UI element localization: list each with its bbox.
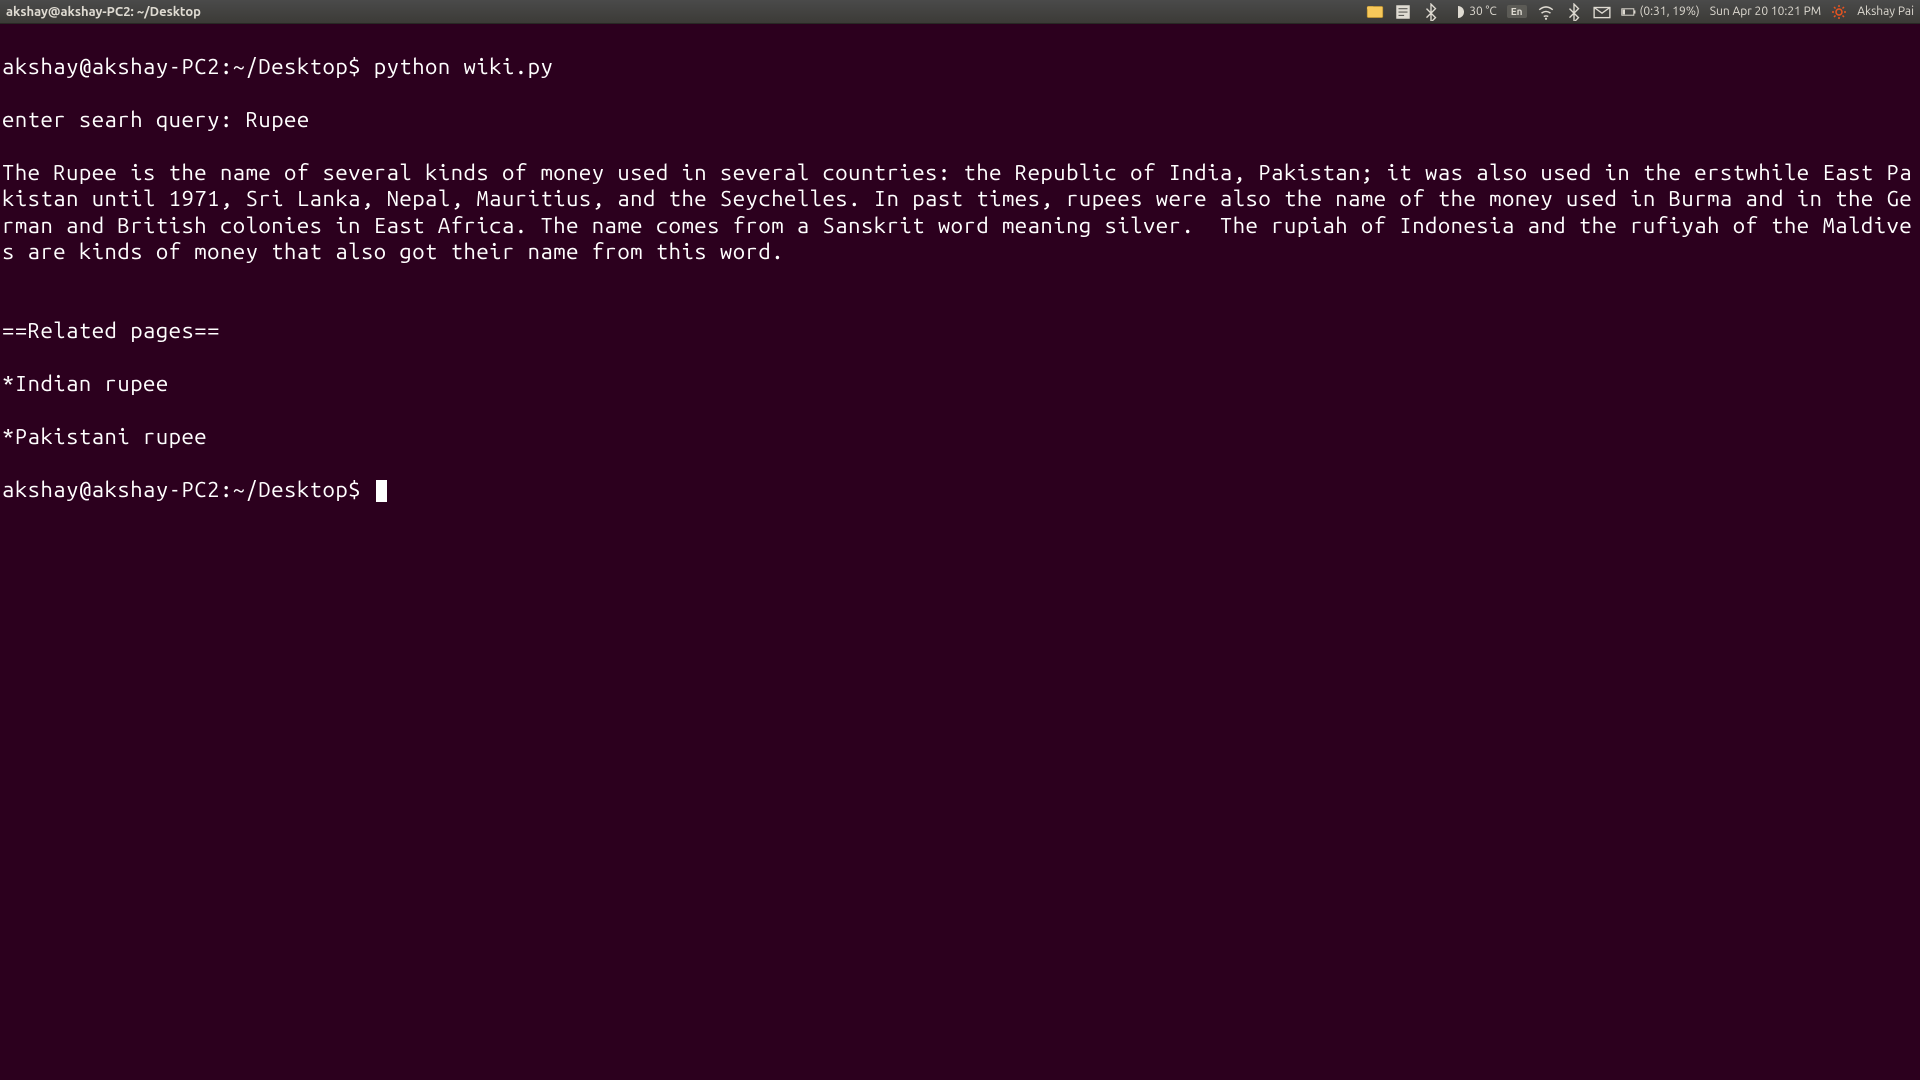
terminal-prompt-line: akshay@akshay-PC2:~/Desktop$ python wiki… bbox=[2, 54, 1918, 80]
keyboard-layout-indicator[interactable]: En bbox=[1507, 5, 1527, 18]
terminal-prompt-text: akshay@akshay-PC2:~/Desktop$ bbox=[2, 477, 374, 502]
battery-text: (0:31, 19%) bbox=[1640, 5, 1700, 18]
terminal-list-item: *Indian rupee bbox=[2, 371, 1918, 397]
mail-icon[interactable] bbox=[1593, 3, 1611, 21]
datetime-indicator[interactable]: Sun Apr 20 10:21 PM bbox=[1710, 5, 1822, 18]
terminal-output-paragraph: The Rupee is the name of several kinds o… bbox=[2, 160, 1918, 266]
temperature-indicator[interactable]: 30 °C bbox=[1450, 4, 1497, 20]
files-icon[interactable] bbox=[1366, 3, 1384, 21]
bluetooth-icon-2[interactable] bbox=[1565, 3, 1583, 21]
user-indicator[interactable]: Akshay Pai bbox=[1857, 5, 1914, 18]
terminal-prompt-line: akshay@akshay-PC2:~/Desktop$ bbox=[2, 477, 1918, 503]
bluetooth-icon[interactable] bbox=[1422, 3, 1440, 21]
battery-indicator[interactable]: (0:31, 19%) bbox=[1621, 4, 1700, 20]
terminal-input-line: enter searh query: Rupee bbox=[2, 107, 1918, 133]
window-title: akshay@akshay-PC2: ~/Desktop bbox=[6, 5, 201, 19]
terminal-heading-line: ==Related pages== bbox=[2, 318, 1918, 344]
window-titlebar: akshay@akshay-PC2: ~/Desktop 30 °C En (0… bbox=[0, 0, 1920, 24]
temperature-text: 30 °C bbox=[1469, 5, 1497, 18]
settings-icon[interactable] bbox=[1831, 4, 1847, 20]
wifi-icon[interactable] bbox=[1537, 3, 1555, 21]
cursor-icon bbox=[376, 480, 387, 502]
terminal-output[interactable]: akshay@akshay-PC2:~/Desktop$ python wiki… bbox=[0, 24, 1920, 533]
terminal-list-item: *Pakistani rupee bbox=[2, 424, 1918, 450]
system-indicators: 30 °C En (0:31, 19%) Sun Apr 20 10:21 PM… bbox=[1366, 3, 1914, 21]
notes-icon[interactable] bbox=[1394, 3, 1412, 21]
